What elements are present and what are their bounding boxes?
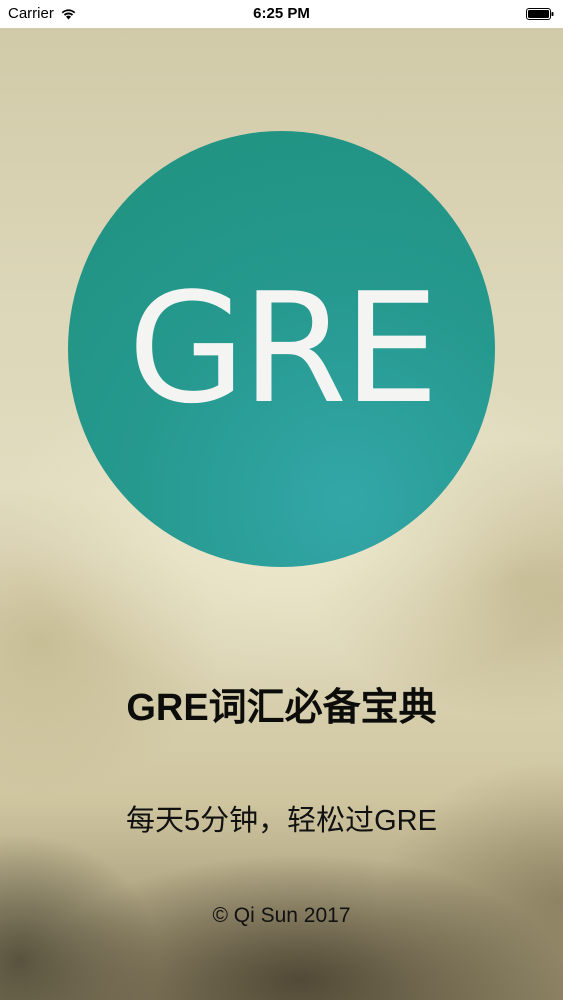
logo-text: GRE: [127, 260, 439, 437]
status-bar: Carrier 6:25 PM: [0, 0, 563, 28]
app-title: GRE词汇必备宝典: [126, 687, 437, 729]
status-time: 6:25 PM: [253, 5, 310, 22]
app-slogan: 每天5分钟，轻松过GRE: [126, 805, 437, 837]
battery-icon: [526, 8, 554, 20]
copyright-text: © Qi Sun 2017: [212, 904, 351, 927]
app-logo: GRE: [68, 131, 495, 567]
